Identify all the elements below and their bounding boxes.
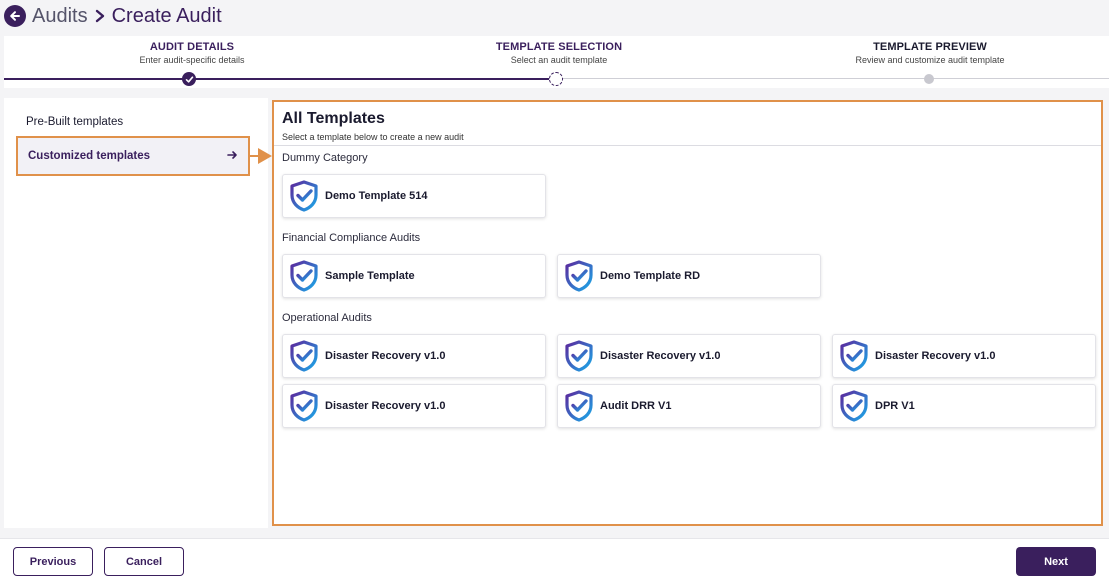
step-current-marker (549, 72, 563, 86)
progress-track-completed (4, 78, 556, 80)
shield-check-icon (290, 340, 318, 372)
templates-panel: All Templates Select a template below to… (272, 100, 1103, 526)
template-source-sidebar: Pre-Built templates Customized templates (4, 98, 268, 528)
category-heading: Dummy Category (282, 152, 368, 164)
sidebar-item-label: Pre-Built templates (26, 116, 124, 128)
step-title: TEMPLATE PREVIEW (873, 41, 987, 53)
template-name: Sample Template (325, 270, 415, 282)
template-card[interactable]: Demo Template RD (557, 254, 821, 298)
progress-track-remaining (556, 78, 1109, 79)
progress-stepper: AUDIT DETAILS Enter audit-specific detai… (4, 36, 1109, 88)
step-title: AUDIT DETAILS (149, 41, 235, 53)
shield-check-icon (565, 340, 593, 372)
panel-title: All Templates (282, 110, 385, 127)
step-completed-marker (182, 72, 196, 86)
template-name: Demo Template RD (600, 270, 701, 282)
category-heading: Financial Compliance Audits (282, 232, 421, 244)
template-card[interactable]: Disaster Recovery v1.0 (557, 334, 821, 378)
template-card[interactable]: DPR V1 (832, 384, 1096, 428)
sidebar-item-label: Customized templates (28, 150, 151, 162)
divider (274, 145, 1101, 146)
step-subtitle: Select an audit template (510, 55, 608, 65)
back-button[interactable] (4, 5, 26, 27)
template-name: Disaster Recovery v1.0 (600, 350, 721, 362)
template-name: Disaster Recovery v1.0 (875, 350, 996, 362)
step-title: TEMPLATE SELECTION (495, 41, 623, 53)
previous-button[interactable]: Previous (13, 547, 93, 576)
shield-check-icon (290, 180, 318, 212)
breadcrumb-audits-link[interactable]: Audits (32, 5, 88, 28)
next-button[interactable]: Next (1016, 547, 1096, 576)
template-card[interactable]: Disaster Recovery v1.0 (282, 334, 546, 378)
template-card[interactable]: Disaster Recovery v1.0 (282, 384, 546, 428)
shield-check-icon (290, 260, 318, 292)
breadcrumb: Audits Create Audit (32, 5, 222, 28)
template-card[interactable]: Disaster Recovery v1.0 (832, 334, 1096, 378)
step-audit-details[interactable]: AUDIT DETAILS Enter audit-specific detai… (67, 41, 317, 65)
wizard-footer: Previous Cancel Next (0, 538, 1109, 583)
page-title: Create Audit (111, 4, 222, 27)
step-template-selection[interactable]: TEMPLATE SELECTION Select an audit templ… (434, 41, 684, 65)
cancel-button[interactable]: Cancel (104, 547, 184, 576)
shield-check-icon (840, 340, 868, 372)
template-name: Disaster Recovery v1.0 (325, 400, 446, 412)
page-header: Audits Create Audit (0, 0, 1109, 32)
back-arrow-icon (10, 11, 20, 21)
sidebar-item-customized[interactable]: Customized templates (16, 136, 250, 176)
step-subtitle: Enter audit-specific details (139, 55, 245, 65)
template-card[interactable]: Sample Template (282, 254, 546, 298)
step-template-preview[interactable]: TEMPLATE PREVIEW Review and customize au… (805, 41, 1055, 65)
shield-check-icon (840, 390, 868, 422)
shield-check-icon (290, 390, 318, 422)
template-name: Audit DRR V1 (600, 400, 672, 412)
template-name: Demo Template 514 (325, 190, 428, 202)
highlight-arrow-icon (250, 148, 272, 164)
template-card[interactable]: Demo Template 514 (282, 174, 546, 218)
shield-check-icon (565, 260, 593, 292)
step-subtitle: Review and customize audit template (855, 55, 1005, 65)
shield-check-icon (565, 390, 593, 422)
template-card[interactable]: Audit DRR V1 (557, 384, 821, 428)
arrow-right-icon (227, 150, 238, 163)
panel-subtitle: Select a template below to create a new … (282, 132, 464, 142)
template-name: DPR V1 (875, 400, 915, 412)
template-name: Disaster Recovery v1.0 (325, 350, 446, 362)
category-heading: Operational Audits (282, 312, 372, 324)
check-icon (185, 75, 193, 83)
step-pending-marker (924, 74, 934, 84)
chevron-right-icon (94, 9, 106, 23)
